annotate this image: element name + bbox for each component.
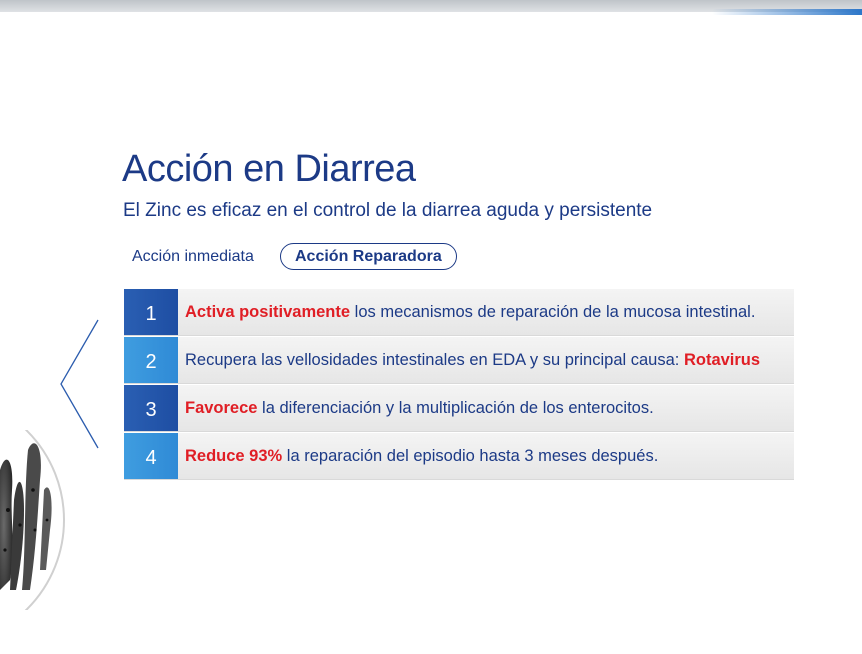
item-number-badge: 1	[124, 289, 178, 335]
item-text: Activa positivamente los mecanismos de r…	[185, 289, 755, 335]
item-number-badge: 2	[124, 337, 178, 383]
item-number-badge: 4	[124, 433, 178, 479]
item-body: Recupera las vellosidades intestinales e…	[185, 351, 684, 369]
tab-accion-reparadora[interactable]: Acción Reparadora	[280, 243, 457, 270]
item-body: los mecanismos de reparación de la mucos…	[350, 303, 756, 321]
item-body: la diferenciación y la multiplicación de…	[257, 399, 654, 417]
item-text: Recupera las vellosidades intestinales e…	[185, 337, 760, 383]
item-highlight: Activa positivamente	[185, 303, 351, 321]
list-item: 2 Recupera las vellosidades intestinales…	[124, 337, 794, 384]
item-text: Reduce 93% la reparación del episodio ha…	[185, 433, 658, 479]
list-item: 1 Activa positivamente los mecanismos de…	[124, 289, 794, 336]
list-item: 4 Reduce 93% la reparación del episodio …	[124, 433, 794, 480]
item-highlight: Favorece	[185, 399, 258, 417]
top-bar-accent	[712, 9, 862, 15]
page-subtitle: El Zinc es eficaz en el control de la di…	[123, 200, 653, 221]
item-highlight: Reduce 93%	[185, 447, 283, 465]
benefits-list: 1 Activa positivamente los mecanismos de…	[124, 289, 794, 481]
item-text: Favorece la diferenciación y la multipli…	[185, 385, 654, 431]
tab-accion-inmediata[interactable]: Acción inmediata	[132, 243, 254, 271]
item-number-badge: 3	[124, 385, 178, 431]
item-highlight-end: Rotavirus	[683, 351, 761, 369]
item-body: la reparación del episodio hasta 3 meses…	[282, 447, 659, 465]
page-title: Acción en Diarrea	[122, 148, 416, 190]
list-item: 3 Favorece la diferenciación y la multip…	[124, 385, 794, 432]
intestinal-villi-illustration	[0, 430, 65, 610]
